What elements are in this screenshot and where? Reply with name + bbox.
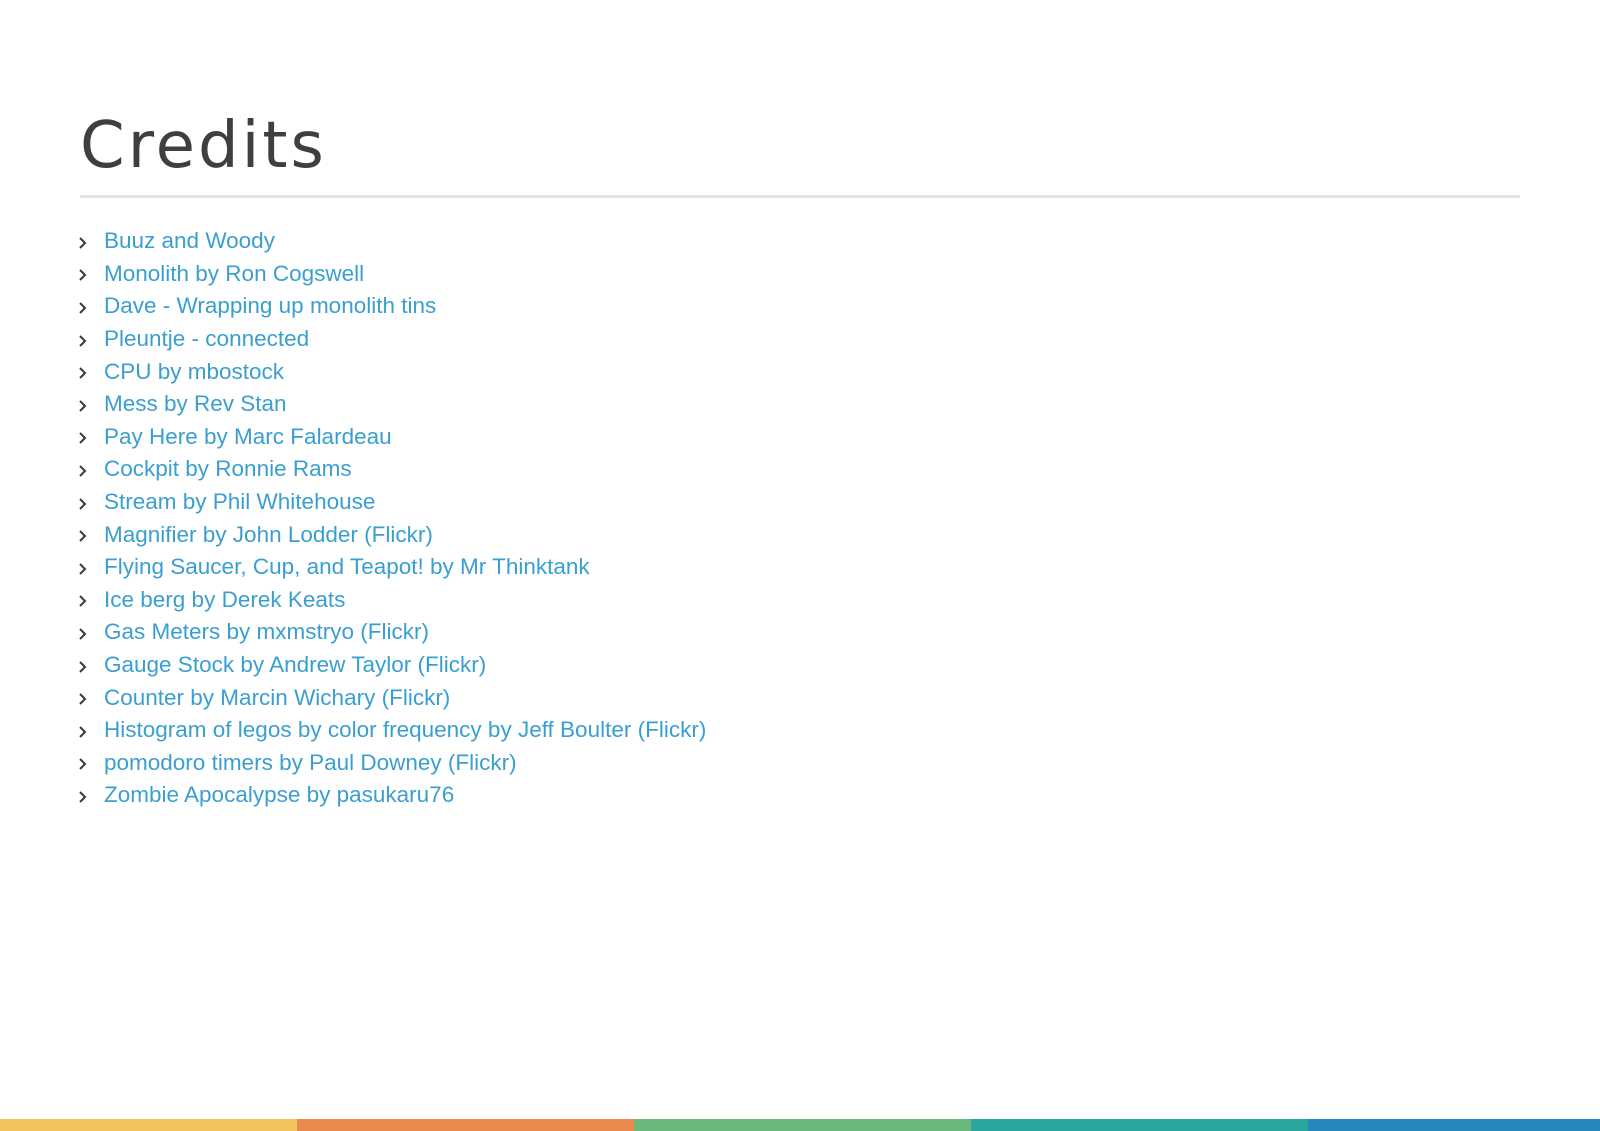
chevron-right-icon — [78, 591, 104, 608]
credit-list-item: Buuz and Woody — [78, 225, 706, 258]
credit-link[interactable]: Cockpit by Ronnie Rams — [104, 453, 352, 485]
credit-link[interactable]: Monolith by Ron Cogswell — [104, 258, 364, 290]
chevron-right-icon — [78, 624, 104, 641]
chevron-right-icon — [78, 559, 104, 576]
page-title: Credits — [80, 109, 327, 183]
credits-slide: Credits Buuz and Woody Monolith by Ron C… — [0, 0, 1600, 1131]
credit-link[interactable]: Ice berg by Derek Keats — [104, 584, 345, 616]
credit-list-item: Pay Here by Marc Falardeau — [78, 421, 706, 454]
credit-link[interactable]: Zombie Apocalypse by pasukaru76 — [104, 779, 454, 811]
chevron-right-icon — [78, 787, 104, 804]
credit-list-item: Histogram of legos by color frequency by… — [78, 714, 706, 747]
footer-color-segment — [634, 1119, 971, 1131]
credit-link[interactable]: Gauge Stock by Andrew Taylor (Flickr) — [104, 649, 486, 681]
footer-color-segment — [0, 1119, 297, 1131]
credit-link[interactable]: Dave - Wrapping up monolith tins — [104, 290, 436, 322]
credit-link[interactable]: Counter by Marcin Wichary (Flickr) — [104, 682, 450, 714]
chevron-right-icon — [78, 754, 104, 771]
chevron-right-icon — [78, 494, 104, 511]
chevron-right-icon — [78, 233, 104, 250]
credit-list-item: pomodoro timers by Paul Downey (Flickr) — [78, 747, 706, 780]
footer-color-segment — [1308, 1119, 1600, 1131]
chevron-right-icon — [78, 689, 104, 706]
chevron-right-icon — [78, 526, 104, 543]
credit-link[interactable]: Magnifier by John Lodder (Flickr) — [104, 519, 433, 551]
credit-link[interactable]: pomodoro timers by Paul Downey (Flickr) — [104, 747, 517, 779]
credit-list-item: Stream by Phil Whitehouse — [78, 486, 706, 519]
credit-list-item: Dave - Wrapping up monolith tins — [78, 290, 706, 323]
credit-link[interactable]: Pleuntje - connected — [104, 323, 309, 355]
chevron-right-icon — [78, 363, 104, 380]
credit-link[interactable]: Gas Meters by mxmstryo (Flickr) — [104, 616, 429, 648]
chevron-right-icon — [78, 428, 104, 445]
credit-list-item: Zombie Apocalypse by pasukaru76 — [78, 779, 706, 812]
chevron-right-icon — [78, 657, 104, 674]
chevron-right-icon — [78, 722, 104, 739]
credit-link[interactable]: Buuz and Woody — [104, 225, 275, 257]
credit-link[interactable]: Pay Here by Marc Falardeau — [104, 421, 392, 453]
title-divider — [80, 195, 1520, 198]
credit-link[interactable]: CPU by mbostock — [104, 356, 284, 388]
credit-link[interactable]: Stream by Phil Whitehouse — [104, 486, 375, 518]
chevron-right-icon — [78, 331, 104, 348]
credit-list-item: Monolith by Ron Cogswell — [78, 258, 706, 291]
credit-list-item: Ice berg by Derek Keats — [78, 584, 706, 617]
chevron-right-icon — [78, 298, 104, 315]
credit-link[interactable]: Flying Saucer, Cup, and Teapot! by Mr Th… — [104, 551, 590, 583]
chevron-right-icon — [78, 461, 104, 478]
credits-list: Buuz and Woody Monolith by Ron Cogswell … — [78, 225, 706, 812]
credit-list-item: Counter by Marcin Wichary (Flickr) — [78, 681, 706, 714]
credit-list-item: Gas Meters by mxmstryo (Flickr) — [78, 616, 706, 649]
credit-link[interactable]: Mess by Rev Stan — [104, 388, 287, 420]
credit-list-item: CPU by mbostock — [78, 355, 706, 388]
credit-list-item: Pleuntje - connected — [78, 323, 706, 356]
chevron-right-icon — [78, 265, 104, 282]
chevron-right-icon — [78, 396, 104, 413]
credit-list-item: Gauge Stock by Andrew Taylor (Flickr) — [78, 649, 706, 682]
credit-list-item: Mess by Rev Stan — [78, 388, 706, 421]
footer-color-segment — [971, 1119, 1308, 1131]
credit-link[interactable]: Histogram of legos by color frequency by… — [104, 714, 706, 746]
footer-color-segment — [297, 1119, 634, 1131]
footer-color-bar — [0, 1119, 1600, 1131]
credit-list-item: Flying Saucer, Cup, and Teapot! by Mr Th… — [78, 551, 706, 584]
credit-list-item: Cockpit by Ronnie Rams — [78, 453, 706, 486]
credit-list-item: Magnifier by John Lodder (Flickr) — [78, 518, 706, 551]
